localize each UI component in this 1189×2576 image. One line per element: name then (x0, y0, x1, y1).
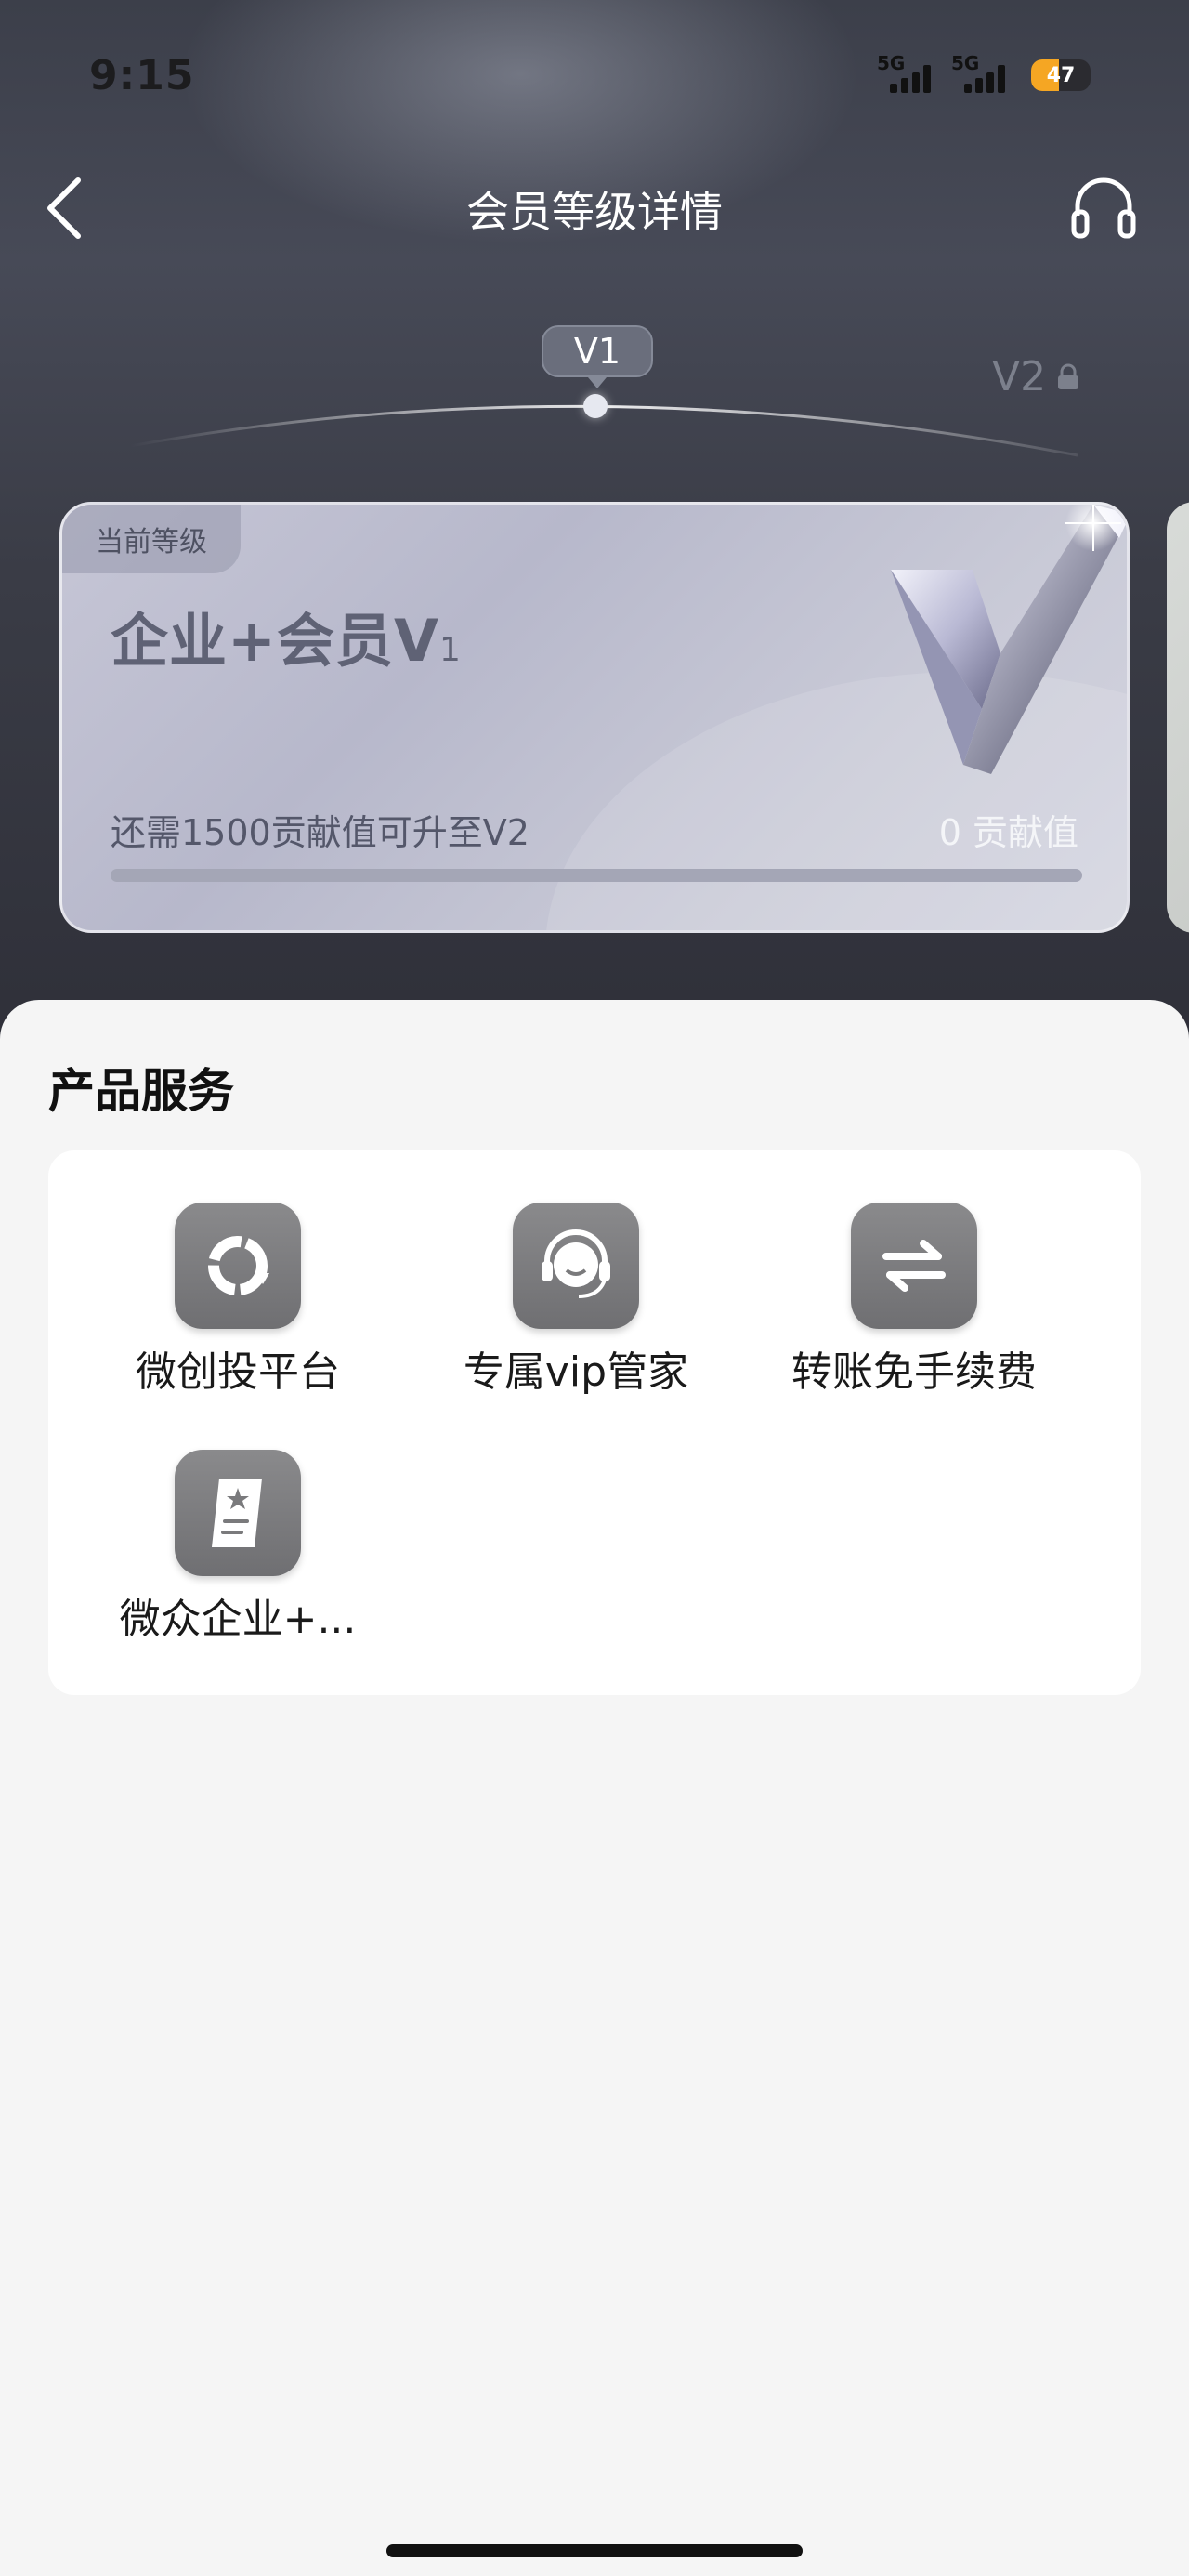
current-level-pill[interactable]: V1 (542, 325, 653, 388)
contribution-points-text: 0 贡献值 (938, 812, 1078, 853)
cycle-icon (175, 1203, 301, 1329)
member-level-title: 企业+会员V1 (111, 594, 462, 677)
page-title: 会员等级详情 (466, 187, 723, 237)
status-indicators: 5G 5G 47 (877, 52, 1100, 97)
headset-agent-icon (513, 1203, 639, 1329)
member-level-number: 1 (438, 631, 462, 669)
battery-level: 47 (1046, 63, 1076, 87)
chevron-left-icon (47, 177, 81, 239)
services-section-title: 产品服务 (48, 1064, 234, 1118)
lock-icon (1058, 363, 1079, 389)
v-badge-icon (891, 505, 1127, 774)
member-title-prefix: 企业+会员 (111, 607, 394, 675)
status-time: 9:15 (89, 52, 195, 99)
service-item-venture-platform[interactable]: 微创投平台 (98, 1189, 377, 1396)
service-label: 微创投平台 (136, 1348, 340, 1396)
service-label: 微众企业+... (119, 1596, 357, 1643)
upgrade-progress-bar (111, 869, 1082, 882)
back-button[interactable] (41, 173, 93, 243)
certificate-icon (175, 1450, 301, 1576)
services-panel: 微创投平台 专属vip管家 转账免手续费 微众企业+... (48, 1150, 1141, 1695)
next-level-text: V2 (992, 353, 1047, 401)
next-level-label[interactable]: V2 (992, 353, 1081, 401)
member-level-card[interactable]: 当前等级 企业+会员V1 还需1500贡献值可升至V2 0 贡献值 (59, 502, 1130, 933)
current-level-marker (583, 394, 608, 418)
service-item-webank-enterprise[interactable]: 微众企业+... (98, 1437, 377, 1643)
member-level-letter: V (393, 607, 439, 675)
service-item-free-transfer[interactable]: 转账免手续费 (775, 1189, 1053, 1396)
next-level-card-peek[interactable] (1167, 502, 1189, 933)
battery-icon: 47 (1031, 59, 1091, 91)
header-hero: 9:15 5G 5G 47 会员等级详情 V1 V2 当前等级 企业+会员V1 … (0, 0, 1189, 1041)
service-label: 转账免手续费 (791, 1348, 1037, 1396)
service-item-vip-butler[interactable]: 专属vip管家 (437, 1189, 715, 1396)
headset-icon (1071, 177, 1136, 239)
services-sheet: 产品服务 微创投平台 专属vip管家 转账免手续费 微众企业+... (0, 1000, 1189, 2576)
transfer-arrows-icon (851, 1203, 977, 1329)
current-level-tag: 当前等级 (62, 505, 241, 573)
home-indicator[interactable] (386, 2544, 803, 2557)
customer-service-button[interactable] (1068, 173, 1139, 243)
service-label: 专属vip管家 (463, 1348, 689, 1396)
upgrade-requirement-text: 还需1500贡献值可升至V2 (111, 812, 529, 853)
